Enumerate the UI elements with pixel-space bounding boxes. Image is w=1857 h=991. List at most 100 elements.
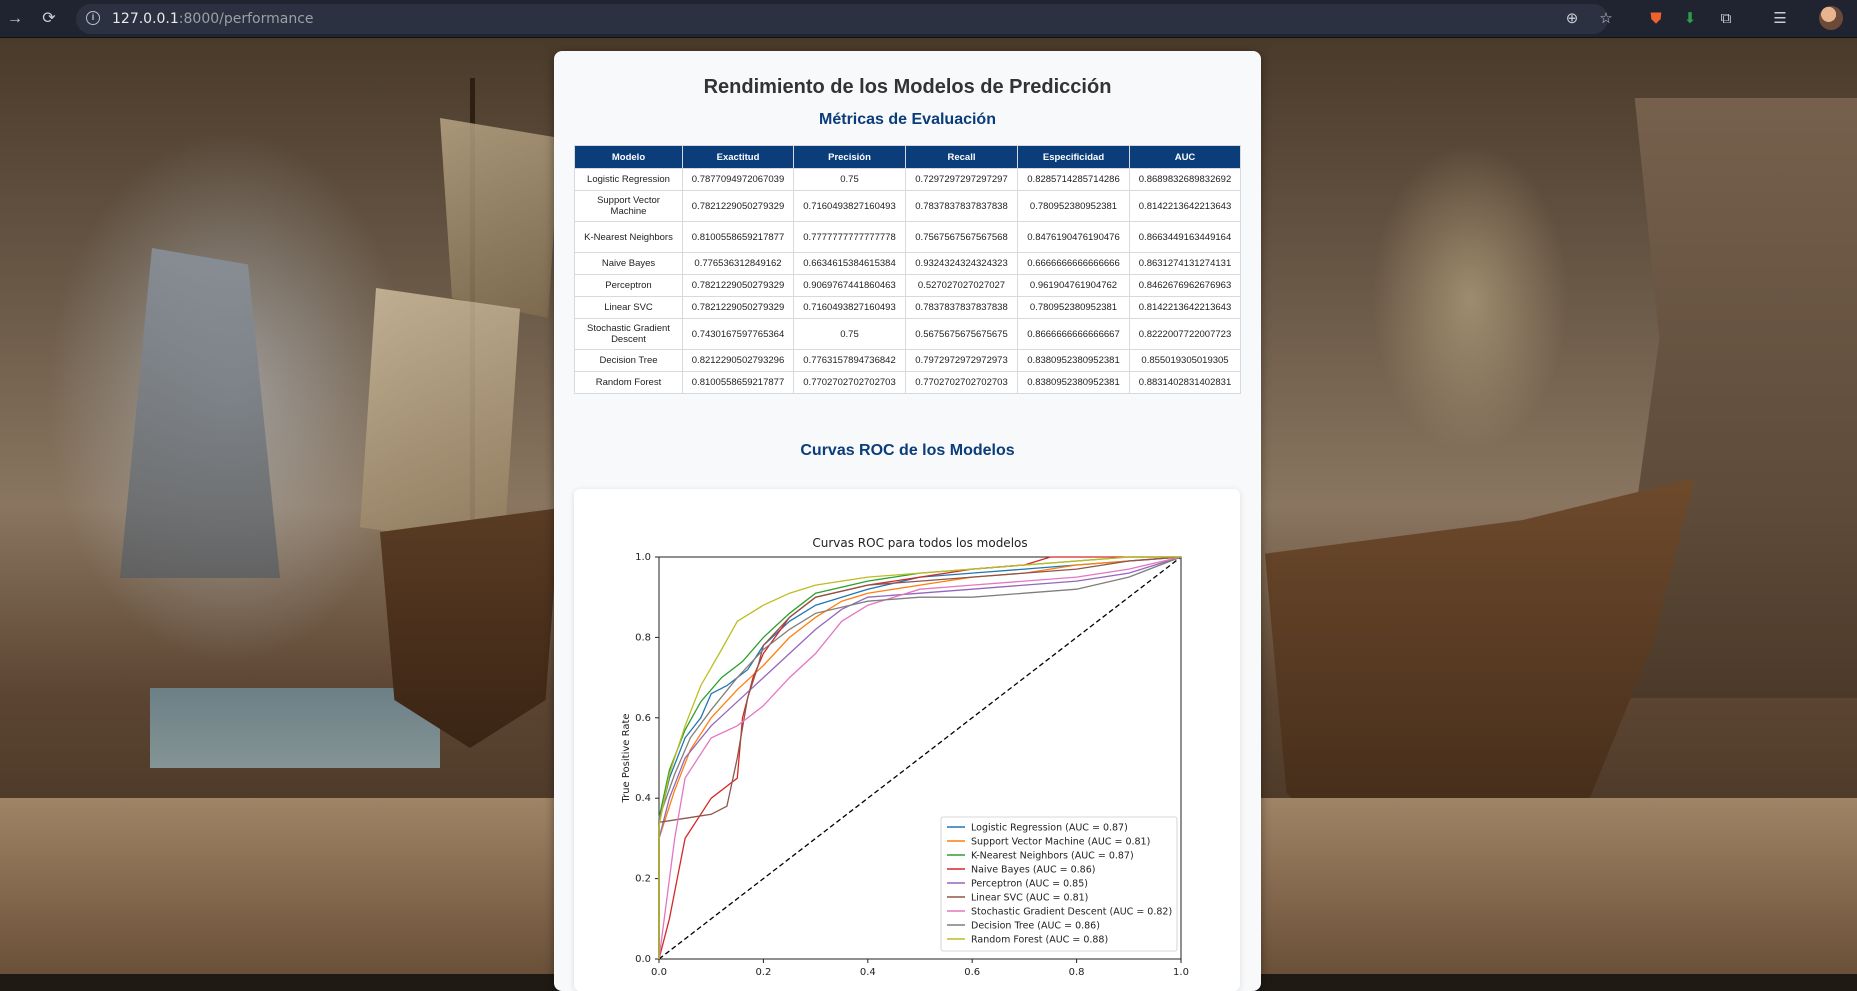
y-axis-label: True Positive Rate [621,713,632,803]
x-tick-label: 0.2 [755,967,771,978]
zoom-icon[interactable]: ⊕ [1562,9,1582,29]
x-tick-label: 0.8 [1069,967,1085,978]
metric-cell: 0.7430167597765364 [682,318,794,350]
table-row: Naive Bayes 0.776536312849162 0.6634615384… [574,252,1241,275]
metric-cell: 0.7160493827160493 [793,190,906,222]
y-tick-label: 0.8 [635,632,651,643]
page-title: Rendimiento de los Modelos de Predicción [703,76,1112,98]
metric-cell: 0.8380952380952381 [1017,349,1130,372]
model-name-cell: Perceptron [574,274,683,297]
legend-label: Perceptron (AUC = 0.85) [971,879,1088,890]
table-row: Random Forest 0.8100558659217877 0.7702702… [574,371,1241,394]
model-name-cell: Decision Tree [574,349,683,372]
table-row: Support Vector Machine 0.7821229050279329… [574,190,1241,222]
legend-label: Logistic Regression (AUC = 0.87) [971,823,1128,834]
metric-cell: 0.8462676962676963 [1129,274,1241,297]
site-info-icon[interactable]: i [86,11,100,25]
y-tick-label: 1.0 [635,552,651,563]
metric-cell: 0.7821229050279329 [682,274,794,297]
metric-cell: 0.5675675675675675 [905,318,1018,350]
performance-card: Rendimiento de los Modelos de Predicción… [554,51,1261,991]
legend-label: Stochastic Gradient Descent (AUC = 0.82) [971,907,1172,918]
metric-cell: 0.776536312849162 [682,252,794,275]
model-name-cell: Logistic Regression [574,168,683,191]
metric-cell: 0.7821229050279329 [682,190,794,222]
metric-cell: 0.7837837837837838 [905,296,1018,319]
y-tick-label: 0.6 [635,713,651,724]
metric-cell: 0.6634615384615384 [793,252,906,275]
metric-cell: 0.8666666666666667 [1017,318,1130,350]
table-body: Logistic Regression 0.7877094972067039 0.7… [574,168,1241,394]
metrics-table: Modelo Exactitud Precisión Recall Especifici… [574,145,1241,394]
metric-cell: 0.8212290502793296 [682,349,794,372]
model-name-cell: K-Nearest Neighbors [574,221,683,253]
metric-cell: 0.8142213642213643 [1129,296,1241,319]
table-row: Perceptron 0.7821229050279329 0.9069767441… [574,274,1241,297]
profile-avatar[interactable] [1819,6,1843,30]
x-tick-label: 1.0 [1173,967,1189,978]
brave-shield-icon[interactable]: ⛊ [1646,9,1666,29]
reload-icon[interactable]: ⟳ [38,8,60,30]
metric-cell: 0.8631274131274131 [1129,252,1241,275]
metric-cell: 0.6666666666666666 [1017,252,1130,275]
metric-cell: 0.8142213642213643 [1129,190,1241,222]
extensions-icon[interactable]: ⧉ [1716,9,1736,29]
metric-cell: 0.8222007722007723 [1129,318,1241,350]
column-header: Modelo [574,145,683,169]
y-tick-label: 0.4 [635,793,651,804]
metric-cell: 0.7821229050279329 [682,296,794,319]
legend-label: Support Vector Machine (AUC = 0.81) [971,837,1150,848]
metric-cell: 0.8380952380952381 [1017,371,1130,394]
metric-cell: 0.7763157894736842 [793,349,906,372]
address-bar[interactable]: i 127.0.0.1:8000/performance [76,4,1608,34]
metric-cell: 0.7972972972972973 [905,349,1018,372]
url-text[interactable]: 127.0.0.1:8000/performance [112,11,314,27]
model-name-cell: Random Forest [574,371,683,394]
metric-cell: 0.75 [793,318,906,350]
download-extension-icon[interactable]: ⬇ [1680,9,1700,29]
metric-cell: 0.7837837837837838 [905,190,1018,222]
metric-cell: 0.780952380952381 [1017,296,1130,319]
legend-label: Decision Tree (AUC = 0.86) [971,921,1100,932]
metric-cell: 0.8100558659217877 [682,221,794,253]
y-tick-label: 0.2 [635,874,651,885]
column-header: Especificidad [1017,145,1130,169]
table-row: Logistic Regression 0.7877094972067039 0.7… [574,168,1241,191]
column-header: Exactitud [682,145,794,169]
roc-heading: Curvas ROC de los Modelos [800,442,1015,459]
table-row: Linear SVC 0.7821229050279329 0.7160493827… [574,296,1241,319]
metric-cell: 0.8689832689832692 [1129,168,1241,191]
metric-cell: 0.7777777777777778 [793,221,906,253]
roc-chart: Curvas ROC para todos los modelos 0.0 0.2 0… [621,536,1189,978]
model-name-cell: Support Vector Machine [574,190,683,222]
metric-cell: 0.7877094972067039 [682,168,794,191]
metric-cell: 0.8663449163449164 [1129,221,1241,253]
legend-label: Linear SVC (AUC = 0.81) [971,893,1088,904]
legend-label: Naive Bayes (AUC = 0.86) [971,865,1095,876]
y-tick-label: 0.0 [635,954,651,965]
browser-toolbar: → ⟳ i 127.0.0.1:8000/performance ⊕ ☆ ⛊ ⬇… [0,0,1857,38]
table-row: Stochastic Gradient Descent 0.74301675977… [574,318,1241,350]
metric-cell: 0.7160493827160493 [793,296,906,319]
reading-list-icon[interactable]: ☰ [1770,9,1790,29]
model-name-cell: Linear SVC [574,296,683,319]
metric-cell: 0.7567567567567568 [905,221,1018,253]
column-header: Precisión [793,145,906,169]
forward-icon[interactable]: → [4,8,26,30]
metric-cell: 0.9324324324324323 [905,252,1018,275]
bg-sail [360,288,520,548]
bg-sail-top [440,118,560,318]
metric-cell: 0.780952380952381 [1017,190,1130,222]
metrics-heading: Métricas de Evaluación [819,111,996,128]
metric-cell: 0.8476190476190476 [1017,221,1130,253]
metric-cell: 0.8285714285714286 [1017,168,1130,191]
metric-cell: 0.7702702702702703 [905,371,1018,394]
table-row: Decision Tree 0.8212290502793296 0.7763157… [574,349,1241,372]
model-name-cell: Naive Bayes [574,252,683,275]
metric-cell: 0.8831402831402831 [1129,371,1241,394]
metric-cell: 0.9069767441860463 [793,274,906,297]
bookmark-star-icon[interactable]: ☆ [1596,9,1616,29]
metric-cell: 0.7702702702702703 [793,371,906,394]
metric-cell: 0.75 [793,168,906,191]
roc-chart-container: Curvas ROC para todos los modelos 0.0 0.2 0… [574,489,1240,991]
